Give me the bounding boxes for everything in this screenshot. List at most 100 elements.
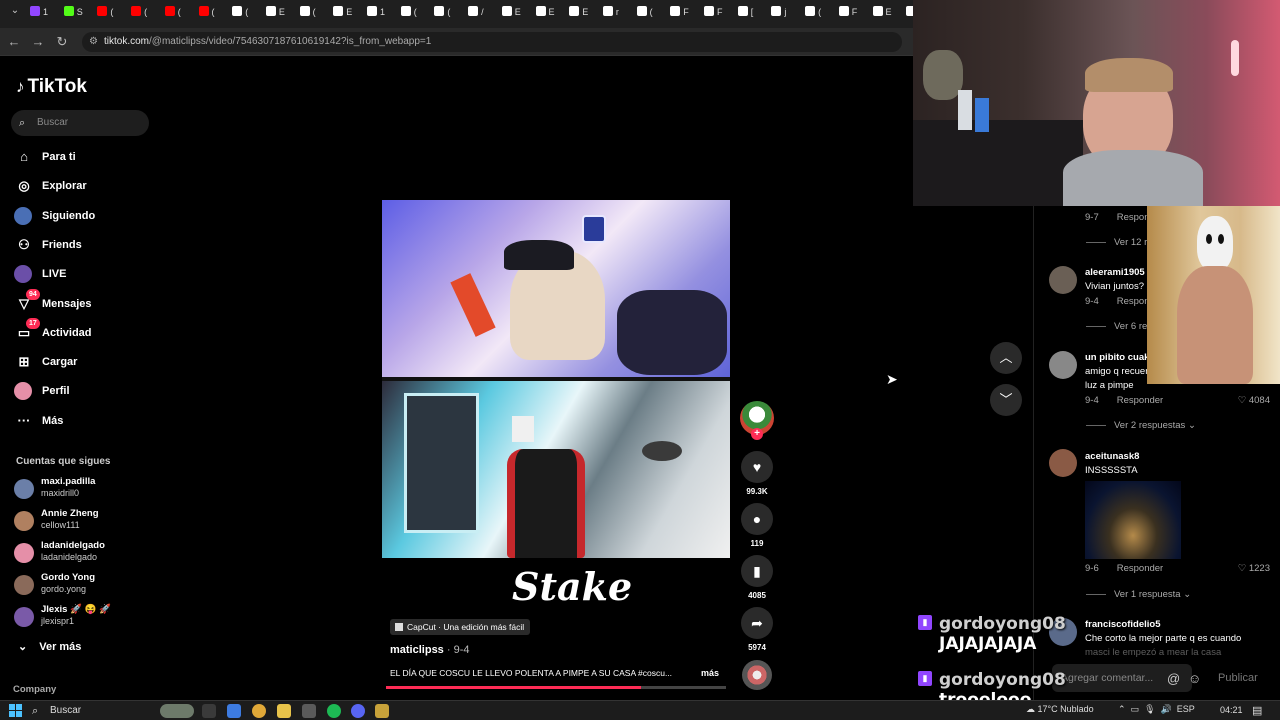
share-action[interactable]: ➦ 5974 (741, 607, 773, 652)
browser-tab[interactable]: ( (232, 6, 262, 22)
sidebar-item-más[interactable]: ··· Más (14, 410, 64, 432)
browser-tab[interactable]: 1 (30, 6, 60, 22)
following-account[interactable]: ladanidelgado ladanidelgado (14, 540, 154, 566)
company-link[interactable]: Company (13, 684, 56, 695)
commenter-avatar[interactable] (1049, 266, 1077, 294)
commenter-name[interactable]: un pibito cuak (1085, 352, 1149, 363)
file-explorer-icon[interactable] (277, 704, 291, 718)
sidebar-item-live[interactable]: LIVE (14, 263, 66, 285)
commenter-name[interactable]: aceitunask8 (1085, 451, 1139, 462)
video-author[interactable]: maticlipss · 9-4 (390, 644, 470, 656)
browser-tab[interactable]: F (670, 6, 700, 22)
reply-button[interactable]: Respon (1117, 296, 1150, 307)
commenter-avatar[interactable] (1049, 449, 1077, 477)
browser-tab[interactable]: ( (299, 6, 330, 22)
app-icon[interactable] (375, 704, 389, 718)
tab-search-icon[interactable]: ⌄ (6, 5, 24, 21)
video-progress-bar[interactable] (386, 686, 726, 689)
commenter-avatar[interactable] (1049, 351, 1077, 379)
following-account[interactable]: Jlexis 🚀 😝 🚀 jlexispr1 (14, 604, 154, 630)
follow-plus-icon[interactable]: + (751, 428, 763, 440)
browser-tab[interactable]: ( (131, 6, 161, 22)
sidebar-item-explorar[interactable]: ◎ Explorar (14, 175, 86, 197)
forward-arrow-icon[interactable]: → (29, 33, 47, 51)
sidebar-item-para-ti[interactable]: ⌂ Para ti (14, 146, 76, 168)
browser-tab[interactable]: 1 (367, 6, 397, 22)
mention-at-icon[interactable]: @ (1167, 671, 1180, 686)
view-replies-button[interactable]: Ver 1 respuesta ⌄ (1086, 589, 1191, 600)
video-player[interactable] (382, 200, 730, 558)
browser-tab[interactable]: ( (97, 6, 127, 22)
view-replies-button[interactable]: Ver 2 respuestas ⌄ (1086, 420, 1196, 431)
edge-browser-icon[interactable] (227, 704, 241, 718)
view-replies-button[interactable]: Ver 6 re (1086, 321, 1147, 332)
browser-tab[interactable]: E (535, 6, 566, 22)
browser-tab[interactable]: E (569, 6, 599, 22)
sidebar-item-mensajes[interactable]: ▽ 94 Mensajes (14, 288, 92, 315)
reply-button[interactable]: Responder (1117, 563, 1163, 574)
capcut-link[interactable]: CapCut · Una edición más fácil (390, 619, 531, 635)
browser-tab[interactable]: E (265, 6, 296, 22)
browser-tab[interactable]: [ (737, 6, 768, 22)
sidebar-item-perfil[interactable]: Perfil (14, 380, 70, 402)
sidebar-item-actividad[interactable]: ▭ 17 Actividad (14, 317, 92, 344)
discord-icon[interactable] (351, 704, 365, 718)
browser-tab[interactable]: E (501, 6, 532, 22)
comment-like-button[interactable]: ♡ 1223 (1238, 563, 1270, 574)
browser-tab[interactable]: F (704, 6, 734, 22)
browser-tab[interactable]: r (602, 6, 633, 22)
see-more-button[interactable]: ⌄ Ver más (18, 640, 81, 653)
caption-more-button[interactable]: más (701, 668, 719, 678)
comment-image[interactable] (1085, 481, 1181, 559)
following-account[interactable]: Gordo Yong gordo.yong (14, 572, 154, 598)
browser-tab[interactable]: ( (198, 6, 229, 22)
back-arrow-icon[interactable]: ← (5, 33, 23, 51)
notification-icon[interactable]: ▤ (1252, 704, 1262, 717)
sidebar-item-cargar[interactable]: ⊞ Cargar (14, 351, 78, 373)
save-action[interactable]: ▮ 4085 (741, 555, 773, 600)
browser-tab[interactable]: j (771, 6, 801, 22)
windows-start-icon[interactable] (9, 704, 22, 717)
browser-tab[interactable]: ( (400, 6, 431, 22)
emoji-icon[interactable]: ☺ (1188, 671, 1201, 686)
taskbar-search[interactable]: ⌕ Buscar (30, 703, 180, 719)
comment-action[interactable]: ● 119 (741, 503, 773, 548)
publish-button[interactable]: Publicar (1218, 672, 1258, 684)
chrome-icon[interactable] (252, 704, 266, 718)
weather-widget[interactable]: ☁ 17°C Nublado (1026, 704, 1094, 715)
search-input[interactable]: ⌕ Buscar (11, 110, 149, 136)
previous-video-button[interactable]: ︿ (990, 342, 1022, 374)
browser-tab[interactable]: E (872, 6, 903, 22)
system-tray[interactable]: ⌃ ▭ 🎙 🔊 ESP (1118, 704, 1195, 715)
next-video-button[interactable]: ﹀ (990, 384, 1022, 416)
task-view-icon[interactable] (202, 704, 216, 718)
reply-button[interactable]: Respon (1117, 212, 1150, 223)
url-field[interactable]: ⚙ tiktok.com/@maticlipss/video/754630718… (82, 32, 902, 52)
music-disc-icon[interactable] (742, 660, 772, 690)
view-replies-button[interactable]: Ver 12 r (1086, 237, 1147, 248)
clock[interactable]: 04:21 (1220, 705, 1243, 715)
browser-tab[interactable]: / (468, 6, 498, 22)
spotify-icon[interactable] (327, 704, 341, 718)
sidebar-item-siguiendo[interactable]: Siguiendo (14, 205, 95, 227)
following-account[interactable]: Annie Zheng cellow111 (14, 508, 154, 534)
browser-tab[interactable]: F (838, 6, 869, 22)
browser-tab[interactable]: ( (805, 6, 835, 22)
sidebar-item-friends[interactable]: ⚇ Friends (14, 234, 82, 256)
browser-tab[interactable]: E (333, 6, 363, 22)
taskbar-widget-thumbnail[interactable] (160, 704, 194, 718)
reload-icon[interactable]: ↻ (53, 33, 71, 51)
commenter-name[interactable]: franciscofidelio5 (1085, 619, 1161, 630)
reply-button[interactable]: Responder (1117, 395, 1163, 406)
browser-tab[interactable]: ( (434, 6, 464, 22)
browser-tab[interactable]: ( (636, 6, 667, 22)
commenter-name[interactable]: aleerami1905 (1085, 267, 1145, 278)
browser-tab[interactable]: S (63, 6, 94, 22)
store-icon[interactable] (302, 704, 316, 718)
following-account[interactable]: maxi.padilla maxidrill0 (14, 476, 154, 502)
tiktok-logo[interactable]: ♪ TikTok (16, 76, 87, 98)
browser-tab[interactable]: ( (164, 6, 195, 22)
comment-like-button[interactable]: ♡ 4084 (1238, 395, 1270, 406)
like-action[interactable]: ♥ 99.3K (741, 451, 773, 496)
site-info-icon[interactable]: ⚙ (89, 32, 98, 52)
